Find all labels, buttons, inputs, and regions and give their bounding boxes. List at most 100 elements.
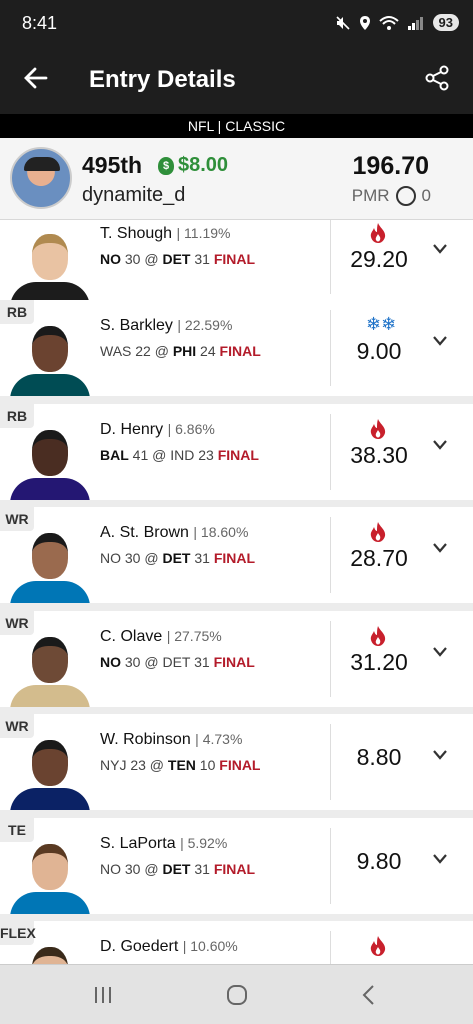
game-segment: PHI [172, 343, 197, 359]
game-segment: 31 [190, 550, 214, 566]
game-status: FINAL [217, 447, 259, 463]
money-bag-icon: $ [158, 156, 174, 175]
ownership-pct: | 18.60% [193, 524, 249, 540]
player-jersey [10, 374, 90, 396]
home-icon[interactable] [222, 981, 252, 1009]
player-name: W. Robinson [100, 731, 191, 748]
player-head [32, 533, 68, 579]
player-row[interactable]: WR W. Robinson | 4.73% NYJ 23 @ TEN 10 FI… [0, 714, 473, 810]
chevron-down-icon[interactable] [431, 645, 449, 659]
entry-rank: 495th [82, 152, 143, 178]
player-head [32, 637, 68, 683]
player-photo [10, 937, 90, 964]
status-time: 8:41 [22, 13, 58, 33]
player-head [32, 430, 68, 476]
player-points: 8.80 [356, 744, 402, 770]
game-segment: 30 @ [121, 654, 163, 670]
player-jersey [10, 478, 90, 500]
row-divider [330, 931, 331, 964]
chevron-down-icon[interactable] [431, 748, 449, 762]
player-head [32, 740, 68, 786]
game-score: NO 30 @ DET 31 FINAL [100, 550, 255, 566]
signal-icon [407, 16, 423, 30]
game-status: FINAL [213, 861, 256, 877]
player-name: S. Barkley [100, 317, 173, 334]
status-bar: 8:41 93 [0, 0, 473, 46]
game-status: FINAL [213, 251, 256, 267]
player-row[interactable]: T. Shough | 11.19% NO 30 @ DET 31 FINAL 29… [0, 220, 473, 304]
chevron-down-icon[interactable] [431, 541, 449, 555]
player-photo [10, 224, 90, 304]
fire-icon [370, 936, 386, 956]
ownership-pct: | 11.19% [176, 225, 231, 241]
share-icon[interactable] [423, 64, 451, 92]
player-name: D. Goedert [100, 938, 179, 955]
ownership-pct: | 4.73% [195, 731, 243, 747]
player-row[interactable]: RB S. Barkley | 22.59% WAS 22 @ PHI 24 FI… [0, 300, 473, 396]
recent-apps-icon[interactable] [88, 981, 118, 1009]
status-icons: 93 [335, 14, 459, 31]
game-segment: 23 @ [126, 757, 168, 773]
player-name: A. St. Brown [100, 524, 189, 541]
player-head [32, 844, 68, 890]
player-name: C. Olave [100, 628, 163, 645]
player-points: 28.70 [350, 545, 408, 571]
row-divider [330, 310, 331, 386]
back-nav-icon[interactable] [354, 981, 384, 1009]
game-segment: TEN [167, 757, 196, 773]
ownership-pct: | 10.60% [182, 938, 238, 954]
ownership-pct: | 5.92% [180, 835, 228, 851]
row-divider [330, 621, 331, 697]
ownership-pct: | 27.75% [166, 628, 222, 644]
player-head [32, 947, 68, 964]
game-segment: 30 @ [121, 251, 163, 267]
game-score: NO 30 @ DET 31 FINAL [100, 251, 255, 267]
player-row[interactable]: RB D. Henry | 6.86% BAL 41 @ IND 23 FINAL… [0, 404, 473, 500]
game-score: NO 30 @ DET 31 FINAL [100, 861, 255, 877]
game-segment: DET [162, 550, 191, 566]
game-segment: NO [100, 654, 121, 670]
chevron-down-icon[interactable] [431, 438, 449, 452]
avatar [10, 147, 72, 209]
game-segment: 10 [195, 757, 220, 773]
game-segment: DET [162, 251, 191, 267]
player-row[interactable]: FLEX D. Goedert | 10.60% [0, 921, 473, 964]
chevron-down-icon[interactable] [431, 242, 449, 256]
chevron-down-icon[interactable] [431, 334, 449, 348]
game-status: FINAL [213, 550, 256, 566]
game-segment: 41 @ [128, 447, 171, 463]
page-title: Entry Details [89, 66, 236, 93]
player-points: 38.30 [350, 442, 408, 468]
player-name-line: D. Goedert | 10.60% [100, 938, 238, 956]
player-row[interactable]: WR A. St. Brown | 18.60% NO 30 @ DET 31 F… [0, 507, 473, 603]
pmr-progress-icon [395, 186, 416, 206]
snowflake-icon: ❄❄ [366, 314, 397, 334]
game-segment: 24 [196, 343, 220, 359]
game-score: BAL 41 @ IND 23 FINAL [100, 447, 259, 463]
player-jersey [10, 788, 90, 810]
pmr-indicator: PMR 0 [352, 186, 431, 206]
lineup-list[interactable]: T. Shough | 11.19% NO 30 @ DET 31 FINAL 29… [0, 220, 473, 964]
game-score: NO 30 @ DET 31 FINAL [100, 654, 255, 670]
game-segment: 31 [190, 251, 214, 267]
fire-icon [370, 626, 386, 646]
ownership-pct: | 22.59% [177, 317, 233, 333]
game-status: FINAL [213, 654, 255, 670]
player-photo [10, 420, 90, 500]
player-jersey [10, 685, 90, 707]
mute-icon [335, 15, 350, 30]
chevron-down-icon[interactable] [431, 852, 449, 866]
player-name-line: C. Olave | 27.75% [100, 628, 222, 646]
game-segment: 30 @ [121, 861, 163, 877]
ownership-pct: | 6.86% [167, 421, 215, 437]
row-divider [330, 828, 331, 904]
player-name: D. Henry [100, 421, 164, 438]
back-arrow-icon[interactable] [22, 64, 50, 92]
player-row[interactable]: TE S. LaPorta | 5.92% NO 30 @ DET 31 FINA… [0, 818, 473, 914]
game-status: FINAL [219, 343, 261, 359]
pmr-label: PMR [351, 186, 390, 205]
player-row[interactable]: WR C. Olave | 27.75% NO 30 @ DET 31 FINAL… [0, 611, 473, 707]
row-divider [330, 220, 331, 294]
game-segment: IND [170, 447, 195, 463]
player-photo [10, 834, 90, 914]
